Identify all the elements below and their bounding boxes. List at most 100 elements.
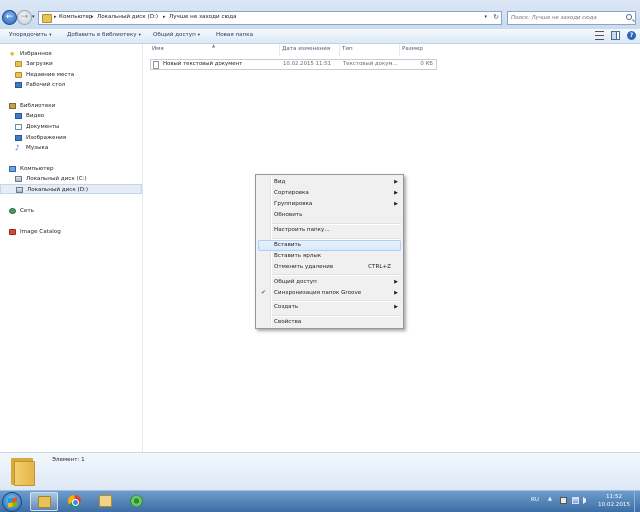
clock-date: 10.02.2015 [597,502,631,508]
share-button[interactable]: Общий доступ ▾ [153,32,200,38]
file-row[interactable]: Новый текстовый документ 10.02.2015 11:5… [150,59,437,70]
start-button[interactable] [2,492,22,512]
change-view-icon[interactable] [595,31,605,40]
submenu-arrow-icon: ▶ [394,290,398,296]
forward-button[interactable]: → [17,10,32,25]
back-button[interactable]: ← [2,10,17,25]
folder-icon [11,456,35,486]
breadcrumb-current-folder[interactable]: Лучше не заходи сюда [169,14,237,20]
share-label: Общий доступ [153,32,196,38]
address-bar[interactable]: ▸ Компьютер ▸ Локальный диск (D:) ▸ Лучш… [38,11,502,25]
menu-item-customize-folder[interactable]: Настроить папку... [258,225,401,236]
show-hidden-icons-icon[interactable]: ▲ [548,496,555,503]
folder-icon [99,495,112,507]
network-tray-icon[interactable] [572,497,579,504]
menu-label: Вид [274,179,286,185]
flower-app-icon [130,495,143,507]
nav-label: Рабочий стол [26,82,66,88]
submenu-arrow-icon: ▶ [394,279,398,285]
command-bar: Упорядочить ▾ Добавить в библиотеку ▾ Общи… [0,29,640,44]
organize-button[interactable]: Упорядочить ▾ [9,32,51,38]
pictures-icon [15,135,22,141]
search-icon[interactable] [626,14,632,20]
language-indicator[interactable]: RU [531,497,539,503]
column-header-type[interactable]: Тип [342,46,353,52]
libraries-icon [9,103,16,109]
nav-label: Видео [26,113,45,119]
taskbar-folder[interactable] [92,492,120,511]
menu-label: Обновить [274,212,303,218]
add-to-library-button[interactable]: Добавить в библиотеку ▾ [67,32,141,38]
menu-shortcut: CTRL+Z [368,264,391,270]
clock-time: 11:52 [605,494,623,500]
menu-item-share[interactable]: Общий доступ ▶ [258,277,401,288]
menu-item-undo-delete[interactable]: Отменить удаление CTRL+Z [258,262,401,273]
music-note-icon: ♪ [15,144,20,152]
menu-label: Сортировка [274,190,309,196]
explorer-window: ← → ▾ ▸ Компьютер ▸ Локальный диск (D:) … [0,0,640,491]
navigation-pane: ★ Избранное Загрузки Недавние места Рабоч… [0,44,143,452]
column-header-size[interactable]: Размер [402,46,423,52]
menu-item-paste[interactable]: Вставить [258,240,401,251]
volume-icon[interactable] [583,497,588,504]
nav-label: Недавние места [26,72,75,78]
chevron-down-icon: ▾ [49,33,52,38]
column-divider[interactable] [399,44,400,56]
menu-item-groove-sync[interactable]: ✔ Синхронизация папок Groove ▶ [258,288,401,299]
taskbar-explorer[interactable] [30,492,58,511]
windows-logo-icon [8,497,17,508]
menu-label: Синхронизация папок Groove [274,290,362,296]
preview-pane-icon[interactable] [611,31,621,40]
breadcrumb-drive-d[interactable]: Локальный диск (D:) [97,14,158,20]
search-box[interactable] [507,11,636,25]
taskbar-app[interactable] [123,492,151,511]
sort-arrow-icon: ▲ [212,43,216,48]
column-divider[interactable] [339,44,340,56]
details-pane: Элемент: 1 [0,452,640,491]
history-dropdown[interactable]: ▾ [32,14,35,20]
column-header-date[interactable]: Дата изменения [282,46,330,52]
arrow-left-icon: ← [5,12,14,22]
menu-item-view[interactable]: Вид ▶ [258,177,401,188]
nav-label: Документы [26,124,60,130]
nav-drive-d[interactable]: Локальный диск (D:) [0,184,142,194]
column-header-name[interactable]: Имя [152,46,164,52]
breadcrumb-separator-icon[interactable]: ▸ [91,14,94,20]
menu-item-paste-shortcut[interactable]: Вставить ярлык [258,251,401,262]
downloads-folder-icon [15,61,22,67]
taskbar-chrome[interactable] [61,492,89,511]
file-size: 0 КБ [420,61,433,67]
explorer-icon [38,496,51,508]
column-divider[interactable] [279,44,280,56]
menu-label: Вставить ярлык [274,253,322,259]
menu-item-group[interactable]: Группировка ▶ [258,199,401,210]
chevron-down-icon[interactable]: ▾ [484,14,487,20]
show-desktop-button[interactable] [634,491,640,512]
star-icon: ★ [9,50,16,58]
breadcrumb-separator-icon[interactable]: ▸ [163,14,166,20]
help-icon[interactable]: ? [627,31,636,40]
refresh-icon[interactable]: ↻ [493,13,499,21]
menu-label: Свойства [274,319,302,325]
drive-icon [16,187,23,193]
menu-label: Создать [274,304,299,310]
breadcrumb-computer[interactable]: Компьютер [59,14,93,20]
clock[interactable]: 11:52 10.02.2015 [596,493,632,509]
chevron-down-icon: ▾ [32,14,35,20]
menu-label: Отменить удаление [274,264,334,270]
submenu-arrow-icon: ▶ [394,201,398,207]
menu-item-refresh[interactable]: Обновить [258,210,401,221]
menu-item-new[interactable]: Создать ▶ [258,302,401,313]
view-controls: ? [590,31,636,40]
menu-separator [272,274,401,276]
context-menu: Вид ▶ Сортировка ▶ Группировка ▶ Обновить Н… [255,174,404,329]
new-folder-button[interactable]: Новая папка [216,32,253,38]
action-center-icon[interactable] [560,497,567,504]
menu-item-sort[interactable]: Сортировка ▶ [258,188,401,199]
menu-item-properties[interactable]: Свойства [258,317,401,328]
search-input[interactable] [511,13,619,23]
documents-icon [15,124,22,130]
address-area: ← → ▾ ▸ Компьютер ▸ Локальный диск (D:) … [0,0,640,29]
breadcrumb-separator-icon[interactable]: ▸ [54,14,57,20]
nav-label: Локальный диск (D:) [27,187,89,193]
